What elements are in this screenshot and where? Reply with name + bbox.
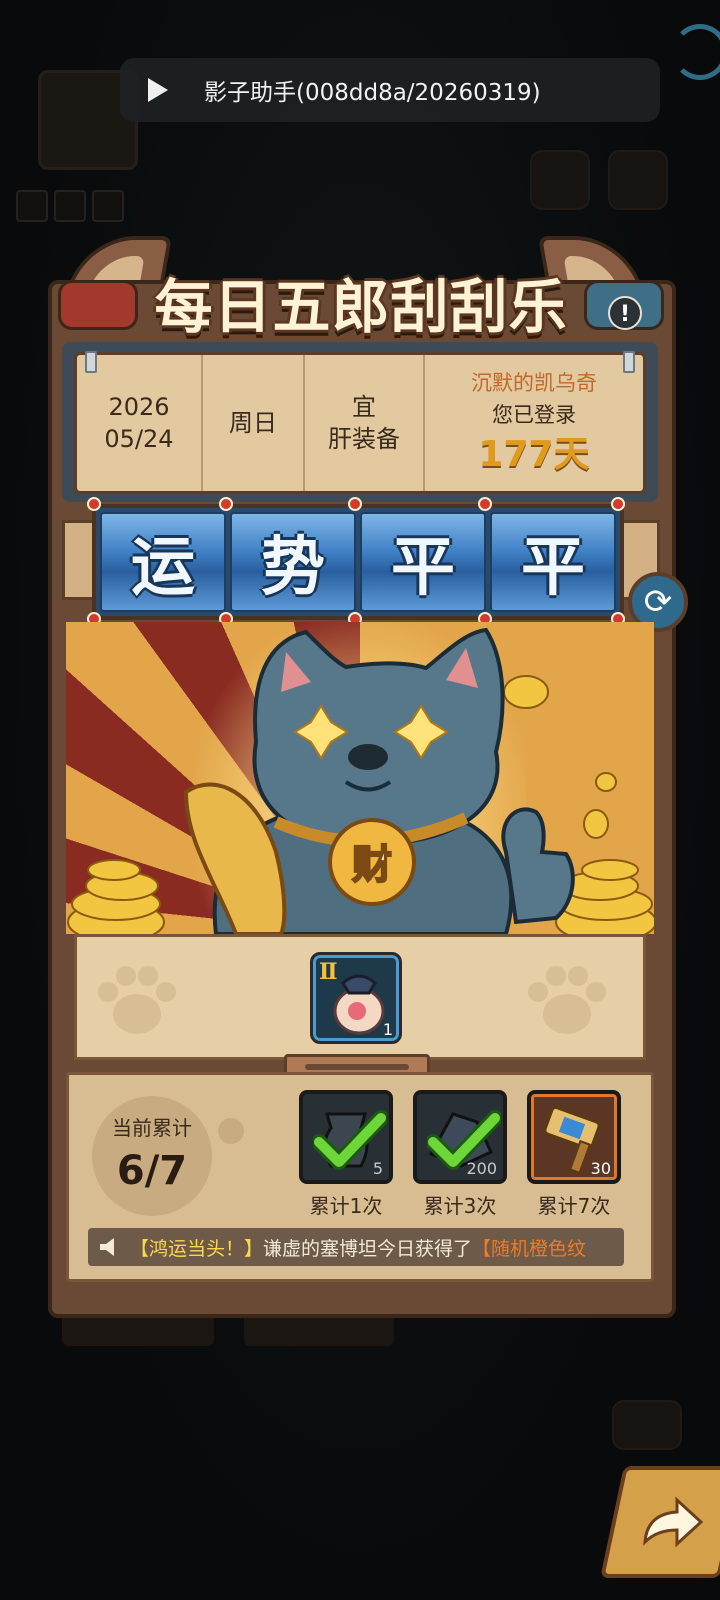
milestone-count: 30 [590,1159,611,1178]
login-label: 您已登录 [492,403,576,427]
suggestion-cell: 宜 肝装备 [305,355,425,491]
accumulate-value: 6/7 [116,1148,188,1194]
fortune-reels: 运 势 平 平 [92,504,624,620]
reel-1: 运 [100,512,226,612]
announcement-ticker: 【鸿运当头！】 谦虚的塞博坦今日获得了 【随机橙色纹 [88,1228,624,1266]
rivet [478,497,492,511]
item-tier: Ⅱ [319,959,338,985]
rivet [87,497,101,511]
rivet [611,497,625,511]
rivet [348,497,362,511]
login-days: 177天 [478,434,590,475]
milestone-caption: 累计3次 [423,1194,497,1218]
milestone-caption: 累计7次 [537,1194,611,1218]
item-count: 1 [382,1020,393,1039]
milestone-box[interactable]: 200 [413,1090,507,1184]
accumulate-counter: 当前累计 6/7 [92,1096,212,1216]
yi-text: 宜 [352,393,376,421]
svg-text:财: 财 [352,842,392,888]
accumulate-label: 当前累计 [112,1116,192,1140]
milestone-count: 5 [372,1159,383,1178]
paw-icon [98,966,176,1034]
ticker-item: 【随机橙色纹 [472,1237,587,1260]
lucky-cat-illustration: 财 [67,627,654,934]
lucky-cat-scene: 财 [66,622,654,934]
milestone-box[interactable]: 5 [299,1090,393,1184]
date-cell: 2026 05/24 [77,355,203,491]
year-text: 2026 [108,393,170,421]
milestone-2[interactable]: 200 累计3次 [410,1090,510,1219]
date-text: 05/24 [104,425,174,453]
weekday-text: 周日 [229,409,277,437]
milestone-count: 200 [466,1159,497,1178]
reel-3: 平 [360,512,486,612]
ticker-body: 谦虚的塞博坦今日获得了 [263,1237,473,1260]
reel-4: 平 [490,512,616,612]
info-icon[interactable]: ! [608,296,642,330]
player-name: 沉默的凯乌奇 [471,371,597,395]
title-bar: 每日五郎刮刮乐 [58,262,664,342]
toast-text: 影子助手(008dd8a/20260319) [204,80,541,106]
milestone-caption: 累计1次 [309,1194,383,1218]
user-cell: 沉默的凯乌奇 您已登录 177天 [425,355,643,491]
panel-title: 每日五郎刮刮乐 [154,273,568,341]
milestone-1[interactable]: 5 累计1次 [296,1090,396,1219]
speaker-icon [100,1238,114,1256]
rivet [219,497,233,511]
play-icon[interactable] [148,78,168,102]
assistant-toast[interactable]: 影子助手(008dd8a/20260319) [120,58,660,122]
weekday-cell: 周日 [203,355,305,491]
loading-ring-icon [672,24,720,80]
info-board: 2026 05/24 周日 宜 肝装备 沉默的凯乌奇 您已登录 177天 [74,351,646,494]
milestone-box[interactable]: 30 [527,1090,621,1184]
reward-item[interactable]: Ⅱ 1 [310,952,402,1044]
ticker-headline: 【鸿运当头！】 [130,1237,264,1260]
milestone-3[interactable]: 30 累计7次 [524,1090,624,1219]
activity-text: 肝装备 [328,425,400,453]
forward-arrow-icon [643,1496,704,1548]
paw-icon [528,966,606,1034]
decor-dot [218,1118,244,1144]
reel-2: 势 [230,512,356,612]
